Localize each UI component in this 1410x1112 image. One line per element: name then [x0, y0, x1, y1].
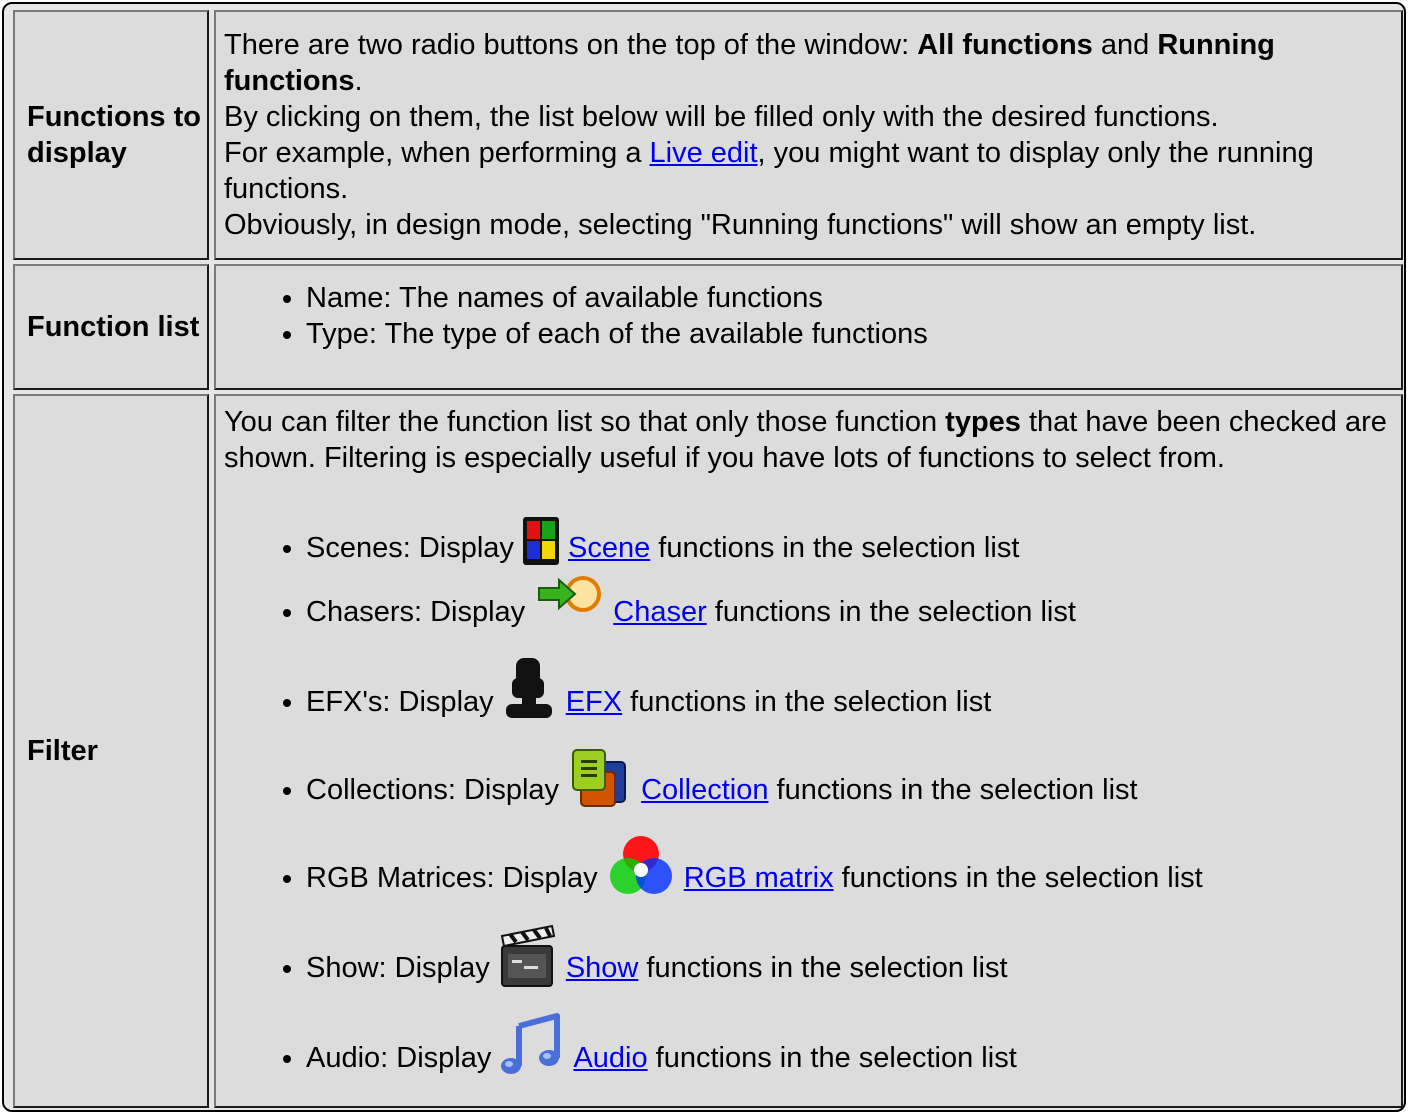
item-suffix: functions in the selection list: [768, 774, 1138, 806]
text: and: [1092, 29, 1158, 61]
list-item: Scenes: Display Scene functions in the s…: [306, 516, 1393, 568]
function-list-items: Name: The names of available functions T…: [224, 280, 1393, 352]
row-label: Function list: [13, 264, 209, 390]
text: For example, when performing a: [224, 137, 650, 169]
table-row: Function list Name: The names of availab…: [13, 264, 1403, 390]
text-bold: All functions: [917, 29, 1093, 61]
list-item: Type: The type of each of the available …: [306, 316, 1393, 352]
show-icon: [498, 922, 558, 988]
list-item: Chasers: Display Chaser functions in the…: [306, 576, 1393, 632]
table-row: Functions to display There are two radio…: [13, 10, 1403, 260]
item-prefix: Scenes: Display: [306, 532, 522, 564]
item-suffix: functions in the selection list: [647, 1042, 1017, 1074]
item-suffix: functions in the selection list: [638, 952, 1008, 984]
item-prefix: Chasers: Display: [306, 596, 534, 628]
collection-link[interactable]: Collection: [641, 774, 768, 806]
list-item: RGB Matrices: Display RGB matrix functio…: [306, 834, 1393, 898]
list-item: EFX's: Display EFX functions in the sele…: [306, 656, 1393, 722]
item-prefix: Audio: Display: [306, 1042, 500, 1074]
chaser-icon: [533, 574, 605, 614]
text: You can filter the function list so that…: [224, 406, 946, 438]
collection-icon: [567, 746, 633, 810]
text: There are two radio buttons on the top o…: [224, 29, 918, 61]
rgb-matrix-link[interactable]: RGB matrix: [684, 862, 834, 894]
scene-icon: [522, 516, 560, 568]
list-item: Collections: Display Collection function…: [306, 746, 1393, 810]
item-prefix: EFX's: Display: [306, 686, 502, 718]
table-row: Filter You can filter the function list …: [13, 394, 1403, 1108]
rgb-matrix-icon: [606, 834, 676, 898]
filter-type-list: Scenes: Display Scene functions in the s…: [224, 516, 1393, 1078]
audio-link[interactable]: Audio: [573, 1042, 647, 1074]
item-suffix: functions in the selection list: [650, 532, 1020, 564]
row-description: There are two radio buttons on the top o…: [214, 10, 1403, 260]
text-bold: types: [945, 406, 1021, 438]
list-item: Audio: Display Audio functions in the se…: [306, 1012, 1393, 1078]
row-description: You can filter the function list so that…: [214, 394, 1403, 1108]
audio-icon: [499, 1012, 565, 1078]
row-label: Functions to display: [13, 10, 209, 260]
scene-link[interactable]: Scene: [568, 532, 650, 564]
text: By clicking on them, the list below will…: [224, 101, 1219, 133]
row-description: Name: The names of available functions T…: [214, 264, 1403, 390]
item-suffix: functions in the selection list: [622, 686, 992, 718]
function-selection-help-table: Functions to display There are two radio…: [8, 10, 1408, 1108]
live-edit-link[interactable]: Live edit: [650, 137, 758, 169]
item-prefix: Show: Display: [306, 952, 498, 984]
text: Obviously, in design mode, selecting "Ru…: [224, 209, 1257, 241]
text: .: [354, 65, 363, 97]
item-suffix: functions in the selection list: [833, 862, 1203, 894]
list-item: Show: Display Show functions in the sele…: [306, 922, 1393, 988]
chaser-link[interactable]: Chaser: [613, 596, 707, 628]
efx-link[interactable]: EFX: [566, 686, 622, 718]
efx-icon: [502, 656, 558, 722]
item-prefix: Collections: Display: [306, 774, 568, 806]
item-prefix: RGB Matrices: Display: [306, 862, 606, 894]
item-suffix: functions in the selection list: [706, 596, 1076, 628]
row-label: Filter: [13, 394, 209, 1108]
list-item: Name: The names of available functions: [306, 280, 1393, 316]
show-link[interactable]: Show: [566, 952, 639, 984]
